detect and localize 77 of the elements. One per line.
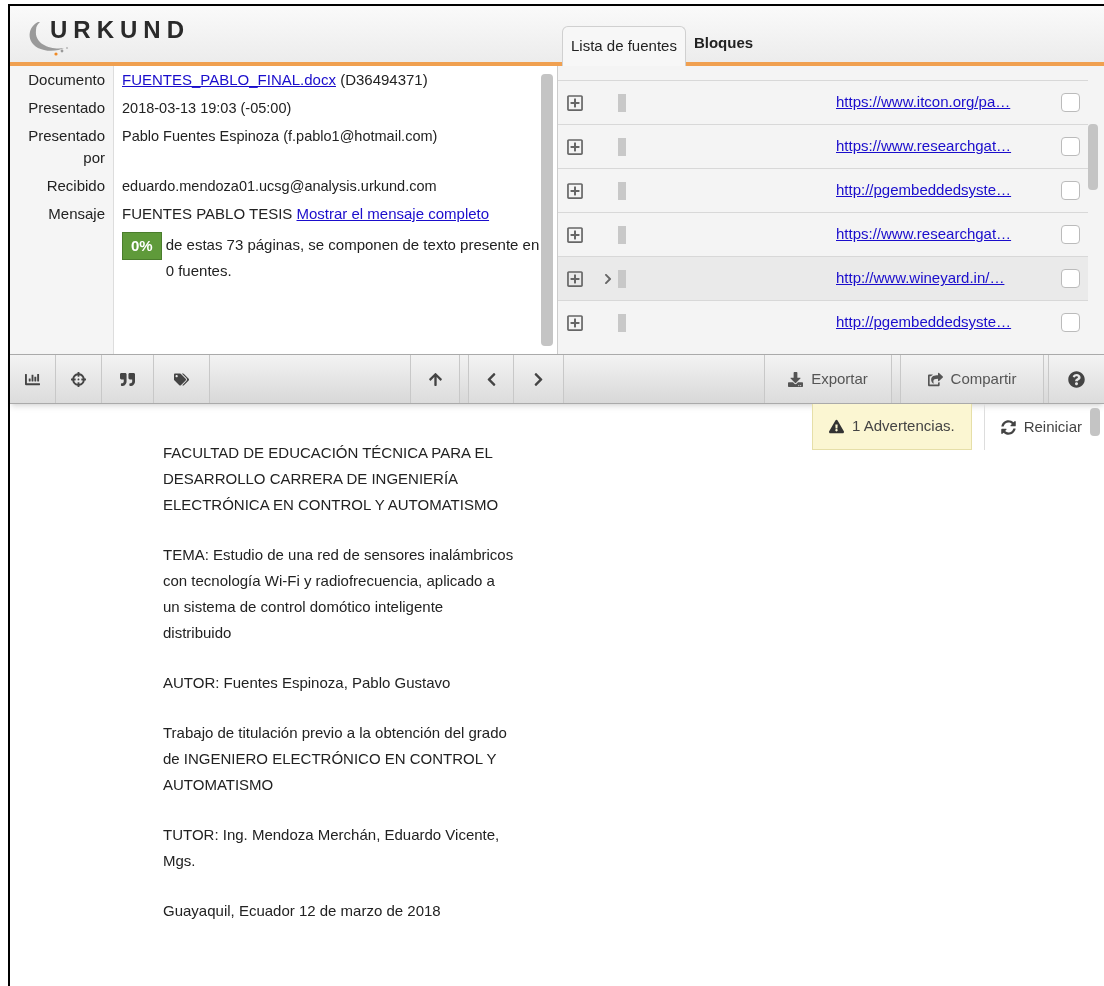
match-bar — [618, 181, 626, 200]
expand-icon[interactable] — [566, 137, 584, 156]
tags-icon — [174, 371, 189, 387]
detail-value: Pablo Fuentes Espinoza (f.pablo1@hotmail.com) — [122, 128, 438, 144]
source-link[interactable]: https://www.itcon.org/pa… — [836, 91, 1061, 114]
detail-label: Presentado — [10, 94, 114, 122]
crosshair-button[interactable] — [56, 355, 102, 403]
export-button[interactable]: Exportar — [764, 355, 892, 403]
logo-text: URKUND — [50, 18, 190, 42]
percentage-badge: 0% — [122, 232, 162, 260]
checkbox[interactable] — [1061, 137, 1080, 156]
quote-button[interactable] — [102, 355, 154, 403]
source-row[interactable]: http://www.wineyard.in/… — [558, 256, 1088, 300]
warning-icon — [829, 419, 845, 434]
match-bar — [618, 269, 626, 288]
source-row[interactable]: http://pgembeddedsyste… — [558, 168, 1088, 212]
scrollbar[interactable] — [541, 74, 553, 346]
expand-icon[interactable] — [566, 225, 584, 244]
source-link[interactable]: http://pgembeddedsyste… — [836, 311, 1061, 334]
checkbox[interactable] — [1061, 313, 1080, 332]
checkbox[interactable] — [1061, 93, 1080, 112]
detail-label: Mensaje — [10, 200, 114, 228]
chevron-icon — [602, 272, 614, 285]
source-row[interactable]: https://www.researchgat… — [558, 124, 1088, 168]
arrow-up-icon — [427, 371, 443, 387]
warning-banner[interactable]: 1 Advertencias. — [812, 404, 972, 450]
detail-value: FUENTES_PABLO_FINAL.docx (D36494371) — [122, 71, 428, 88]
expand-icon[interactable] — [566, 93, 584, 112]
help-icon — [1068, 370, 1085, 388]
detail-label: Recibido — [10, 172, 114, 200]
detail-value: 2018-03-13 19:03 (-05:00) — [122, 100, 292, 116]
up-button[interactable] — [410, 355, 460, 403]
checkbox[interactable] — [1061, 269, 1080, 288]
expand-icon[interactable] — [566, 313, 584, 332]
detail-value: FUENTES PABLO TESIS Mostrar el mensaje completo — [122, 205, 490, 222]
document-paragraph: FACULTAD DE EDUCACIÓN TÉCNICA PARA EL DESARROLLO CARRERA DE INGENIERÍA ELECTRÓNICA EN CONTROL Y AUTOMATISMO — [163, 443, 500, 515]
match-bar — [618, 137, 626, 156]
scrollbar[interactable] — [1090, 408, 1100, 436]
tab[interactable]: Lista de fuentes — [562, 26, 686, 66]
detail-label: Presentado por — [10, 122, 114, 172]
source-row[interactable]: https://www.itcon.org/pa… — [558, 80, 1088, 124]
warning-text: 1 Advertencias. — [852, 416, 955, 437]
help-button[interactable] — [1048, 355, 1104, 403]
refresh-icon — [1000, 419, 1016, 435]
document-paragraph: Guayaquil, Ecuador 12 de marzo de 2018 — [163, 901, 442, 921]
show-message-link[interactable]: Mostrar el mensaje completo — [296, 205, 490, 222]
match-bar — [618, 225, 626, 244]
share-icon — [927, 371, 943, 387]
match-bar — [618, 93, 626, 112]
source-row[interactable]: http://pgembeddedsyste… — [558, 300, 1088, 344]
expand-icon[interactable] — [566, 269, 584, 288]
tags-button[interactable] — [154, 355, 210, 403]
source-link[interactable]: http://www.wineyard.in/… — [836, 267, 1061, 290]
document-paragraph: TUTOR: Ing. Mendoza Merchán, Eduardo Vicente, Mgs. — [163, 825, 501, 871]
previous-button[interactable] — [468, 355, 514, 403]
source-link[interactable]: https://www.researchgat… — [836, 135, 1061, 158]
tab[interactable]: Bloques — [685, 24, 762, 62]
download-icon — [788, 371, 804, 387]
crosshair-icon — [71, 371, 86, 387]
document-paragraph: TEMA: Estudio de una red de sensores inalámbricos con tecnología Wi-Fi y radiofrecuencia, aplicado a un sistema de control domótico inteligente distribuido — [163, 545, 515, 643]
checkbox[interactable] — [1061, 181, 1080, 200]
statistics-button[interactable] — [10, 355, 56, 403]
document-paragraph: Trabajo de titulación previo a la obtención del grado de INGENIERO ELECTRÓNICO EN CONTROL Y AUTOMATISMO — [163, 723, 508, 795]
scrollbar[interactable] — [1088, 124, 1098, 190]
checkbox[interactable] — [1061, 225, 1080, 244]
match-bar — [618, 313, 626, 332]
summary-text: de estas 73 páginas, se componen de texto presente en 0 fuentes. — [165, 235, 541, 281]
share-button[interactable]: Compartir — [900, 355, 1044, 403]
source-link[interactable]: http://pgembeddedsyste… — [836, 179, 1061, 202]
detail-label: Documento — [10, 66, 114, 94]
quote-icon — [120, 371, 135, 387]
expand-icon[interactable] — [566, 181, 584, 200]
document-paragraph: AUTOR: Fuentes Espinoza, Pablo Gustavo — [163, 673, 452, 693]
bar-chart-icon — [25, 371, 40, 387]
document-link[interactable]: FUENTES_PABLO_FINAL.docx — [122, 71, 336, 88]
detail-value: eduardo.mendoza01.ucsg@analysis.urkund.com — [122, 178, 437, 194]
source-link[interactable]: https://www.researchgat… — [836, 223, 1061, 246]
